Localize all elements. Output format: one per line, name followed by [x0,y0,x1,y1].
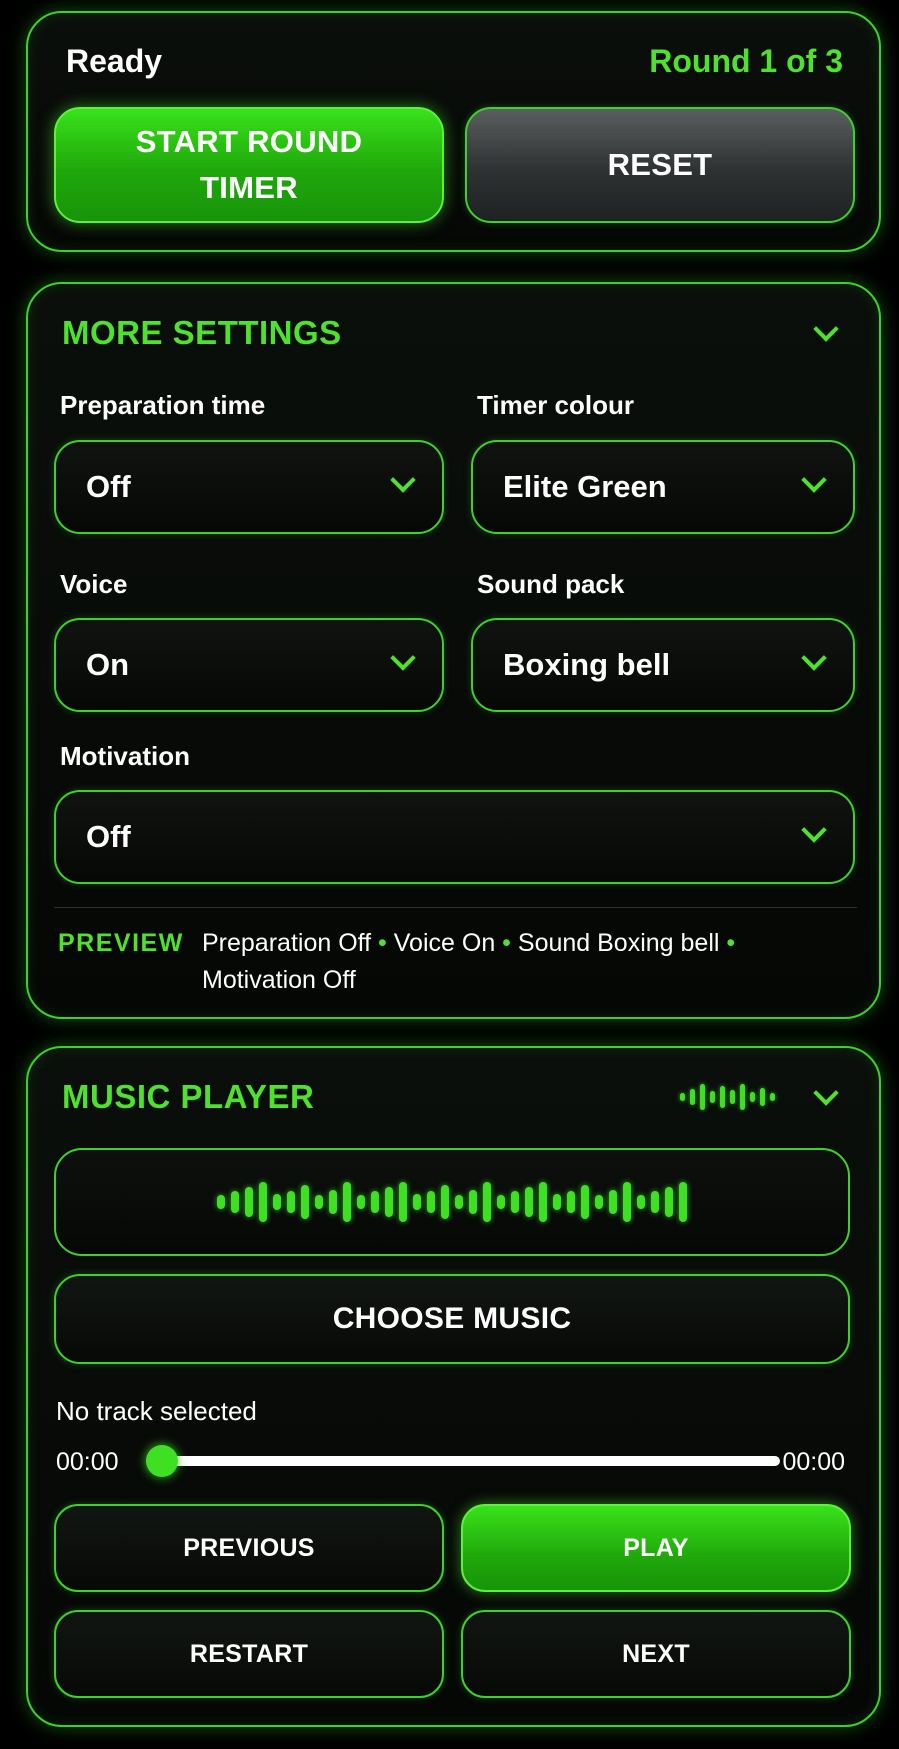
waveform-bar [623,1182,631,1222]
start-round-timer-button[interactable]: START ROUND TIMER [54,107,444,223]
reset-button[interactable]: RESET [465,107,855,223]
waveform-bar [609,1190,617,1214]
voice-select[interactable]: On [54,618,444,712]
waveform-bar [413,1194,421,1210]
waveform-bar [343,1182,351,1222]
music-player-card: MUSIC PLAYER CHOOSE MUSIC No track selec… [26,1046,881,1727]
motivation-value: Off [86,819,131,854]
round-counter: Round 1 of 3 [649,43,843,79]
waveform-bar [399,1182,407,1222]
motivation-label: Motivation [60,741,190,771]
waveform-bar [441,1185,449,1219]
sound-pack-label: Sound pack [477,569,625,599]
waveform-icon-bar [700,1084,705,1110]
timer-colour-select[interactable]: Elite Green [471,440,855,534]
waveform-bar [385,1187,393,1217]
waveform-bar [329,1190,337,1214]
waveform-icon-bar [750,1092,755,1102]
sound-pack-select[interactable]: Boxing bell [471,618,855,712]
timer-colour-value: Elite Green [503,469,667,504]
time-current: 00:00 [56,1448,119,1476]
restart-button[interactable]: RESTART [54,1610,444,1698]
chevron-down-icon [801,817,827,843]
waveform-bar [567,1191,575,1213]
waveform-bar [273,1194,281,1210]
settings-divider [54,907,857,908]
waveform-icon-bar [740,1084,745,1110]
waveform-icon-bar [730,1090,735,1104]
waveform-icon-bar [710,1091,715,1103]
waveform-bar [511,1191,519,1213]
waveform-bar [651,1191,659,1213]
waveform-bar [315,1195,323,1209]
waveform-icon-bar [760,1088,765,1106]
sound-pack-value: Boxing bell [503,647,671,682]
waveform-icon-bar [770,1093,775,1101]
waveform-icon-bar [680,1093,685,1101]
waveform-bar [217,1195,225,1209]
waveform-bar [427,1191,435,1213]
preview-summary: Preparation Off • Voice On • Sound Boxin… [202,929,736,994]
waveform-bar [539,1182,547,1222]
track-name: No track selected [56,1396,257,1426]
waveform-bar [679,1182,687,1222]
preview-label: PREVIEW [58,929,184,957]
chevron-down-icon [801,645,827,671]
chevron-down-icon [801,467,827,493]
preparation-time-value: Off [86,469,131,504]
waveform-bar [497,1195,505,1209]
settings-title: MORE SETTINGS [62,314,342,351]
waveform-bar [301,1185,309,1219]
timer-card: Ready Round 1 of 3 START ROUND TIMER RES… [26,11,881,252]
waveform-bar [371,1191,379,1213]
waveform-bar [525,1187,533,1217]
waveform-icon-bar [690,1089,695,1105]
waveform-icon [680,1080,775,1114]
settings-collapse-chevron-down-icon[interactable] [813,316,839,342]
waveform-bars [56,1150,848,1254]
waveform-bar [665,1187,673,1217]
previous-button[interactable]: PREVIOUS [54,1504,444,1592]
progress-slider-track[interactable] [156,1456,780,1466]
waveform-bar [469,1190,477,1214]
settings-card: MORE SETTINGS Preparation time Off Timer… [26,282,881,1019]
voice-label: Voice [60,569,128,599]
next-button[interactable]: NEXT [461,1610,851,1698]
waveform-bar [245,1187,253,1217]
waveform-bar [553,1194,561,1210]
play-button[interactable]: PLAY [461,1504,851,1592]
time-total: 00:00 [782,1448,845,1476]
waveform-bar [259,1182,267,1222]
waveform-bar [287,1191,295,1213]
chevron-down-icon [390,467,416,493]
preparation-time-label: Preparation time [60,390,266,420]
start-button-label: START ROUND TIMER [135,124,363,205]
choose-music-button[interactable]: CHOOSE MUSIC [54,1274,850,1364]
music-player-title: MUSIC PLAYER [62,1078,315,1115]
waveform-visualizer [54,1148,850,1256]
preparation-time-select[interactable]: Off [54,440,444,534]
waveform-bar [357,1195,365,1209]
waveform-bar [581,1185,589,1219]
voice-value: On [86,647,130,682]
waveform-bar [595,1195,603,1209]
waveform-icon-bar [720,1086,725,1108]
motivation-select[interactable]: Off [54,790,855,884]
timer-colour-label: Timer colour [477,390,635,420]
waveform-bar [455,1195,463,1209]
chevron-down-icon [390,645,416,671]
waveform-bar [637,1195,645,1209]
music-collapse-chevron-down-icon[interactable] [813,1080,839,1106]
waveform-bar [483,1182,491,1222]
progress-slider-thumb[interactable] [146,1445,178,1477]
timer-status: Ready [66,43,163,79]
waveform-bar [231,1191,239,1213]
